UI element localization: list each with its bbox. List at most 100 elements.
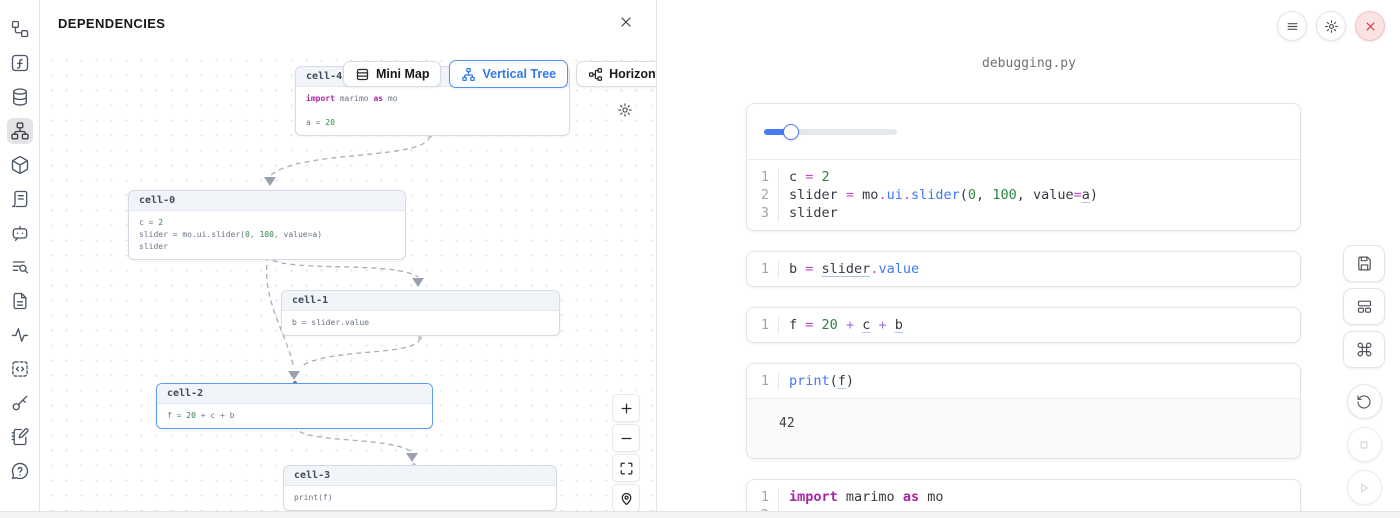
code-line: slider = mo.ui.slider(0, 100, value=a) [779,186,1098,204]
graph-node-cell-0[interactable]: cell-0c = 2slider = mo.ui.slider(0, 100,… [128,190,406,260]
sidebar-item-code[interactable] [7,356,33,382]
undo-button[interactable] [1347,384,1382,419]
save-button[interactable] [1343,245,1385,282]
sidebar-item-help[interactable] [7,458,33,484]
cell-code-editor[interactable]: 1c = 22slider = mo.ui.slider(0, 100, val… [747,160,1300,230]
interrupt-button[interactable] [1347,427,1382,462]
sidebar-item-outline[interactable] [7,16,33,42]
fit-view-button[interactable] [612,454,640,482]
menu-icon [1285,19,1300,34]
view-button-label: Vertical Tree [482,67,556,81]
notebook-cell: 1print(f)42 [746,363,1301,459]
panel-title: DEPENDENCIES [58,16,165,31]
graph-node-title: cell-2 [157,384,432,404]
minus-icon [619,431,634,446]
command-icon [1356,341,1373,358]
dependency-edge [294,425,412,452]
code-line: b = slider.value [779,260,919,278]
line-number: 1 [747,260,779,278]
notebook-side-actions [1343,245,1385,513]
sidebar-item-dependencies[interactable] [7,118,33,144]
code-square-icon [10,359,30,379]
notebook-top-actions [1277,11,1385,41]
graph-node-code: b = slider.value [282,311,559,335]
notebook-filename: debugging.py [658,56,1400,71]
graph-settings-button[interactable] [617,102,633,121]
cell-code-editor[interactable]: 1f = 20 + c + b [747,308,1300,342]
scroll-text-icon [10,189,30,209]
database-icon [10,87,30,107]
edge-arrowhead [412,278,424,287]
node-handle [418,336,422,340]
layout-icon [1356,298,1373,315]
help-bubble-icon [10,461,30,481]
vertical-tree-button[interactable]: Vertical Tree [449,60,568,88]
sidebar-item-documentation[interactable] [7,186,33,212]
graph-node-code: import marimo as mo a = 20 [296,87,569,135]
mini-map-button[interactable]: Mini Map [343,61,441,87]
function-square-icon [10,53,30,73]
settings-button[interactable] [1316,11,1346,41]
code-line: f = 20 + c + b [779,316,903,334]
close-panel-button[interactable] [614,12,638,36]
graph-node-cell-1[interactable]: cell-1b = slider.value [281,290,560,336]
sidebar-item-packages[interactable] [7,152,33,178]
helper-icon-rail [0,0,40,518]
package-icon [10,155,30,175]
stop-icon [1356,437,1372,453]
sidebar-item-scratchpad[interactable] [7,424,33,450]
list-tree-icon [10,19,30,39]
sidebar-item-secrets[interactable] [7,390,33,416]
zoom-out-button[interactable] [612,424,640,452]
save-icon [1356,255,1373,272]
cell-console-output: 42 [747,398,1300,458]
activity-icon [10,325,30,345]
edge-arrowhead [406,453,418,462]
sidebar-item-variables[interactable] [7,50,33,76]
edge-arrowhead [264,177,276,186]
graph-node-code: print(f) [284,486,556,510]
graph-node-code: f = 20 + c + b [157,404,432,428]
marimo-app: DEPENDENCIES [0,0,1400,518]
slider-thumb[interactable] [783,124,799,140]
line-number: 1 [747,372,779,390]
gear-icon [617,106,633,121]
line-number: 1 [747,488,779,506]
dependency-edge [270,136,430,176]
dependency-graph-canvas[interactable]: cell-4import marimo as mo a = 20cell-0c … [40,47,656,511]
cell-code-editor[interactable]: 1b = slider.value [747,252,1300,286]
close-x-icon [1363,19,1378,34]
play-icon [1356,480,1372,496]
shortcuts-button[interactable] [1343,331,1385,368]
run-button[interactable] [1347,470,1382,505]
sidebar-item-chat[interactable] [7,220,33,246]
layout-button[interactable] [1343,288,1385,325]
menu-button[interactable] [1277,11,1307,41]
sidebar-item-snippets[interactable] [7,288,33,314]
code-line: print(f) [779,372,854,390]
sidebar-item-logs[interactable] [7,254,33,280]
shutdown-button[interactable] [1355,11,1385,41]
plus-icon [619,401,634,416]
cell-code-editor[interactable]: 1print(f) [747,364,1300,398]
minimap-icon [355,67,370,82]
ui-slider[interactable] [764,124,897,140]
graph-node-title: cell-1 [282,291,559,311]
vertical-tree-icon [461,67,476,82]
locate-button[interactable] [612,484,640,511]
sidebar-item-datasources[interactable] [7,84,33,110]
graph-view-toolbar: Mini Map Vertical Tree Horizontal Tree [343,61,656,88]
horizontal-tree-button[interactable]: Horizontal Tree [576,61,656,87]
graph-node-cell-2[interactable]: cell-2f = 20 + c + b [156,383,433,429]
graph-zoom-controls [612,394,640,511]
dependencies-panel-header: DEPENDENCIES [40,0,656,47]
zoom-in-button[interactable] [612,394,640,422]
notebook-pen-icon [10,427,30,447]
line-number: 1 [747,316,779,334]
code-line: import marimo as mo [779,488,943,506]
edge-arrowhead [288,371,300,380]
sidebar-item-tracing[interactable] [7,322,33,348]
bot-chat-icon [10,223,30,243]
cell-output-slider [747,104,1300,160]
graph-node-cell-3[interactable]: cell-3print(f) [283,465,557,511]
